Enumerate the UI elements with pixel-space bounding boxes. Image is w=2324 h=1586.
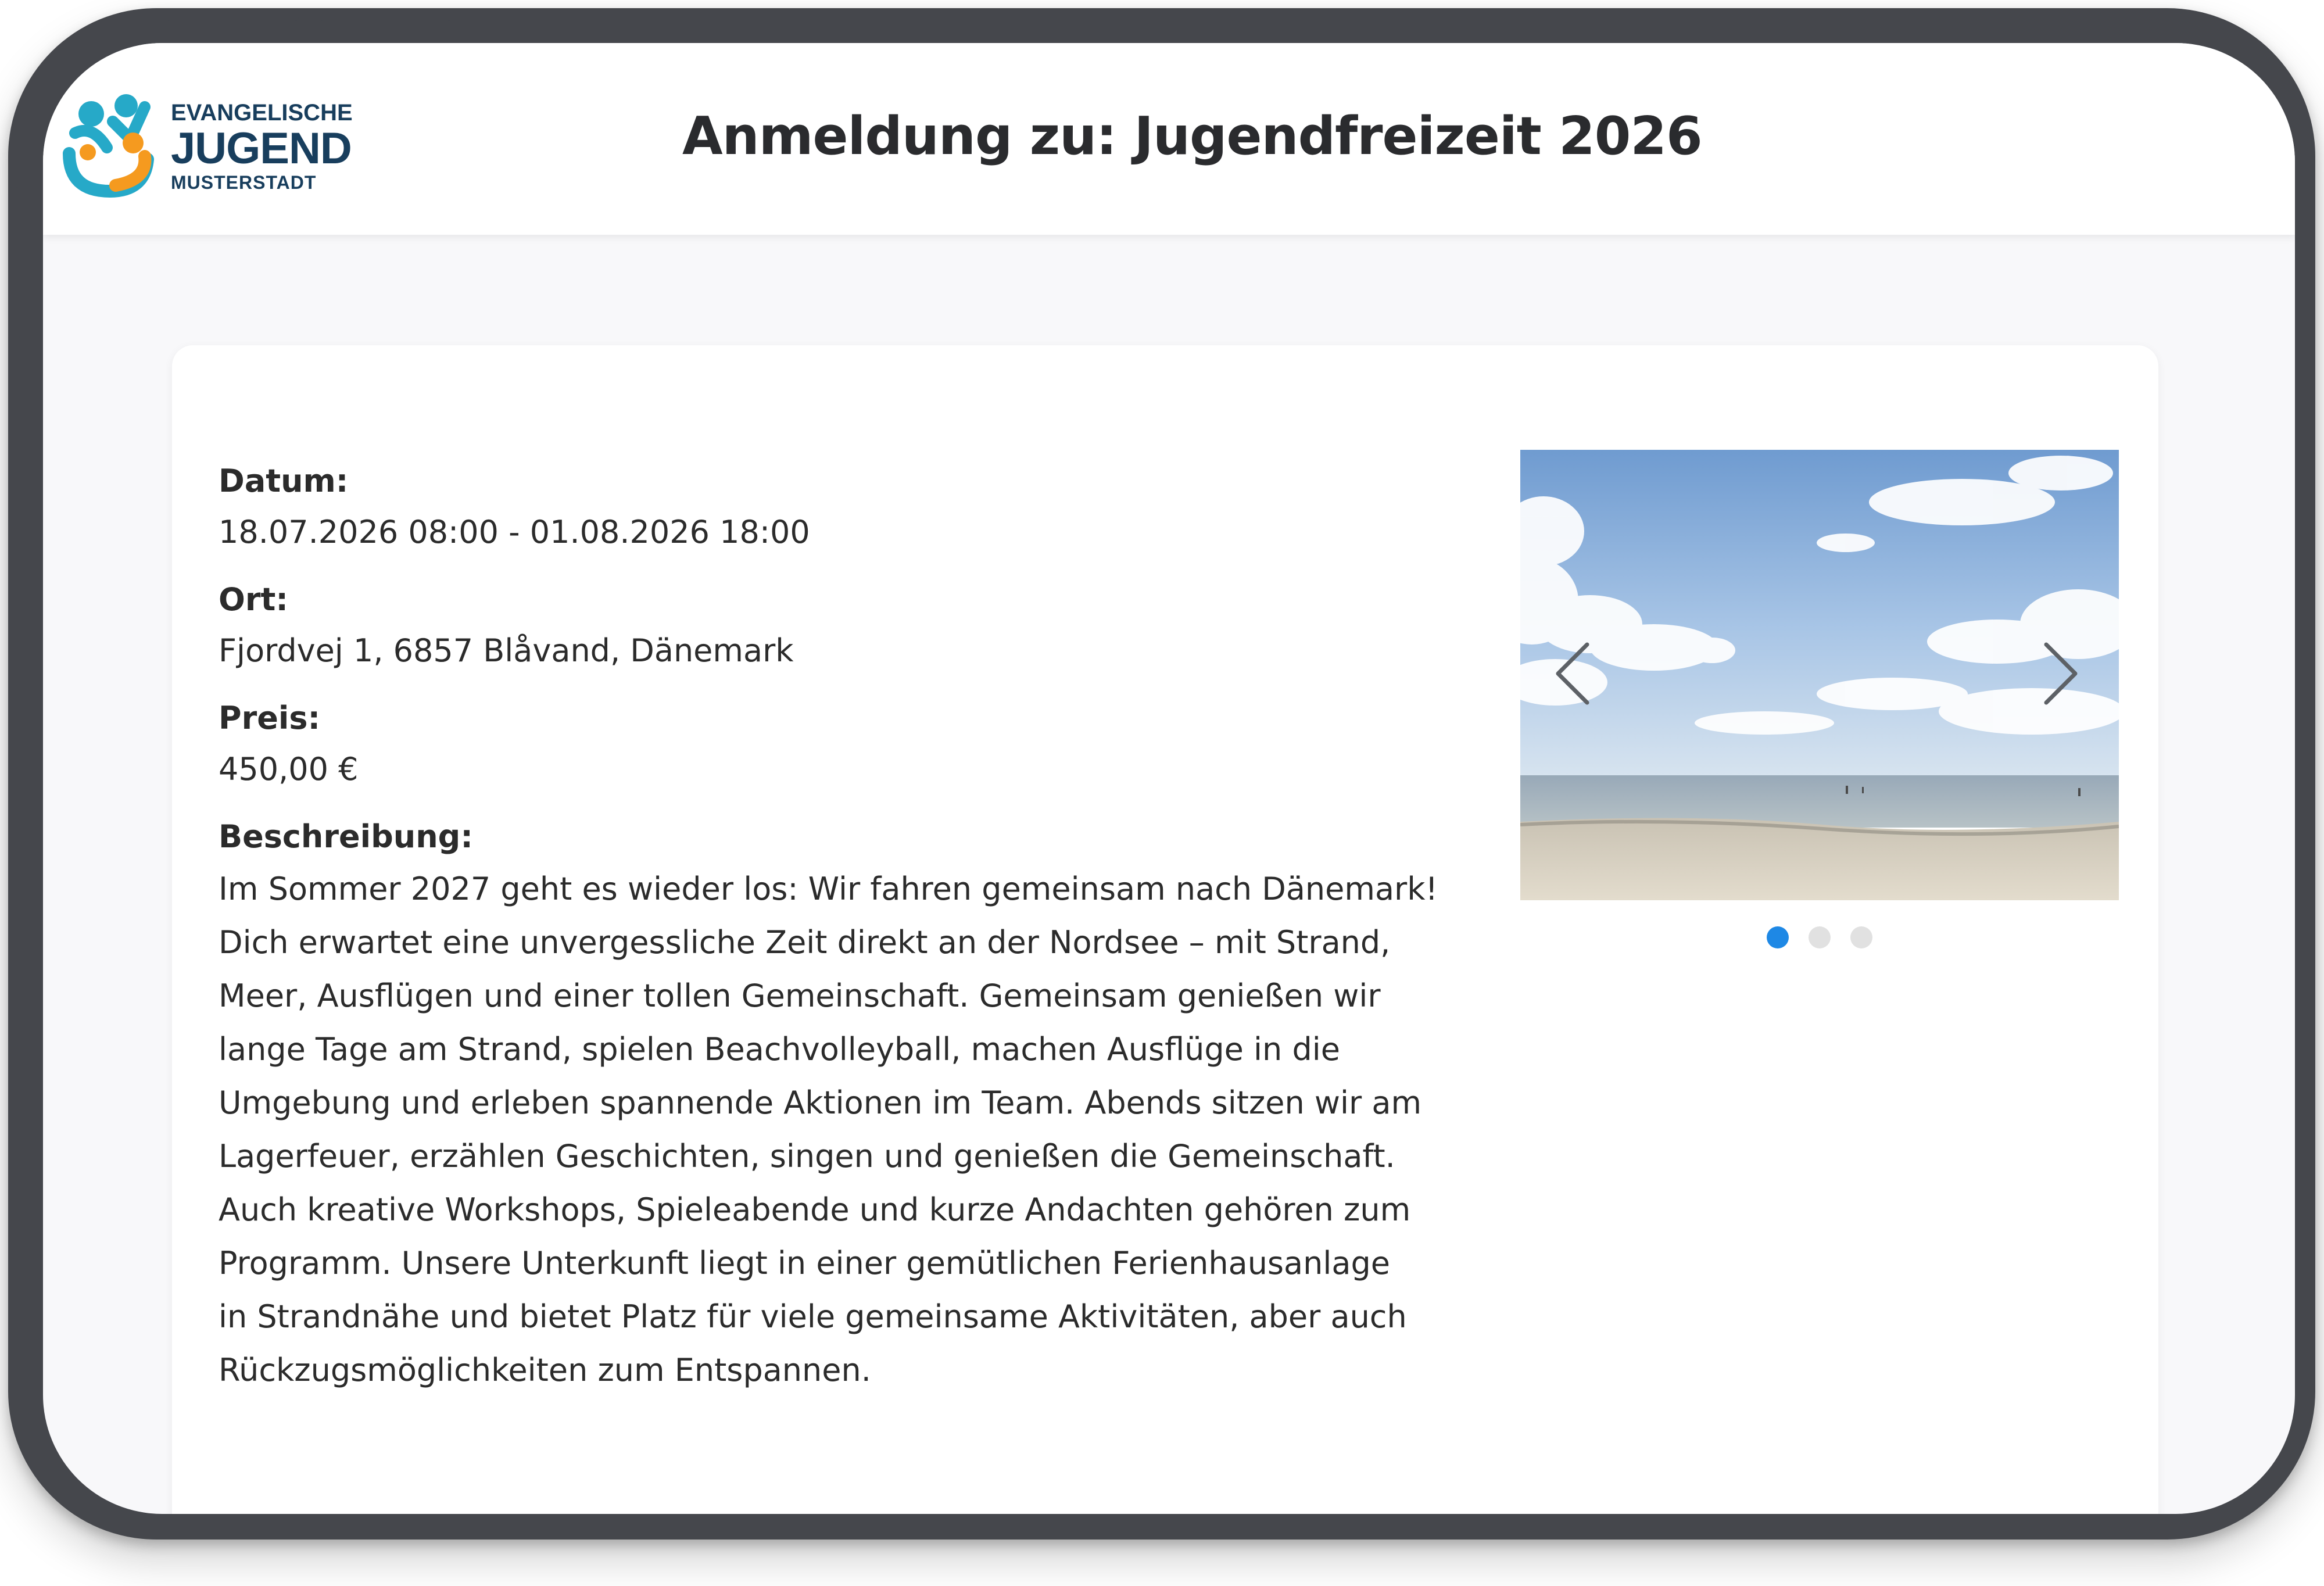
event-card: Datum: 18.07.2026 08:00 - 01.08.2026 18:… (172, 345, 2158, 1514)
carousel-dot-3[interactable] (1850, 926, 1872, 948)
logo-text: EVANGELISCHE JUGEND MUSTERSTADT (171, 101, 353, 192)
logo[interactable]: EVANGELISCHE JUGEND MUSTERSTADT (58, 84, 371, 200)
hardware-button-top-2 (319, 8, 452, 21)
screen: EVANGELISCHE JUGEND MUSTERSTADT Anmeldun… (43, 43, 2295, 1514)
carousel-dot-2[interactable] (1809, 926, 1831, 948)
location-label: Ort: (219, 581, 288, 618)
carousel-prev-button[interactable] (1544, 636, 1602, 711)
price-value: 450,00 € (219, 751, 359, 787)
description-label: Beschreibung: (219, 818, 473, 855)
carousel-next-button[interactable] (2032, 636, 2090, 711)
carousel-dots (1520, 926, 2119, 961)
logo-line-2: JUGEND (171, 124, 352, 173)
image-carousel[interactable] (1520, 450, 2119, 900)
date-label: Datum: (219, 463, 349, 499)
chevron-left-icon (1556, 642, 1589, 705)
location-value: Fjordvej 1, 6857 Blåvand, Dänemark (219, 632, 794, 669)
page-header: EVANGELISCHE JUGEND MUSTERSTADT Anmeldun… (43, 43, 2295, 235)
chevron-right-icon (2044, 642, 2078, 705)
logo-line-3: MUSTERSTADT (171, 172, 317, 193)
description-text: Im Sommer 2027 geht es wieder los: Wir f… (219, 871, 1438, 1388)
logo-line-1: EVANGELISCHE (171, 100, 353, 126)
price-label: Preis: (219, 700, 321, 736)
date-value: 18.07.2026 08:00 - 01.08.2026 18:00 (219, 514, 810, 550)
event-details: Datum: 18.07.2026 08:00 - 01.08.2026 18:… (219, 456, 1520, 1397)
hardware-button-top-1 (166, 8, 299, 21)
tablet-frame: EVANGELISCHE JUGEND MUSTERSTADT Anmeldun… (8, 8, 2315, 1540)
hardware-button-side (8, 187, 20, 339)
logo-people-icon (63, 94, 154, 198)
carousel-dot-1[interactable] (1767, 926, 1789, 948)
page-title: Anmeldung zu: Jugendfreizeit 2026 (682, 106, 1703, 167)
beach-photo (1520, 450, 2119, 900)
